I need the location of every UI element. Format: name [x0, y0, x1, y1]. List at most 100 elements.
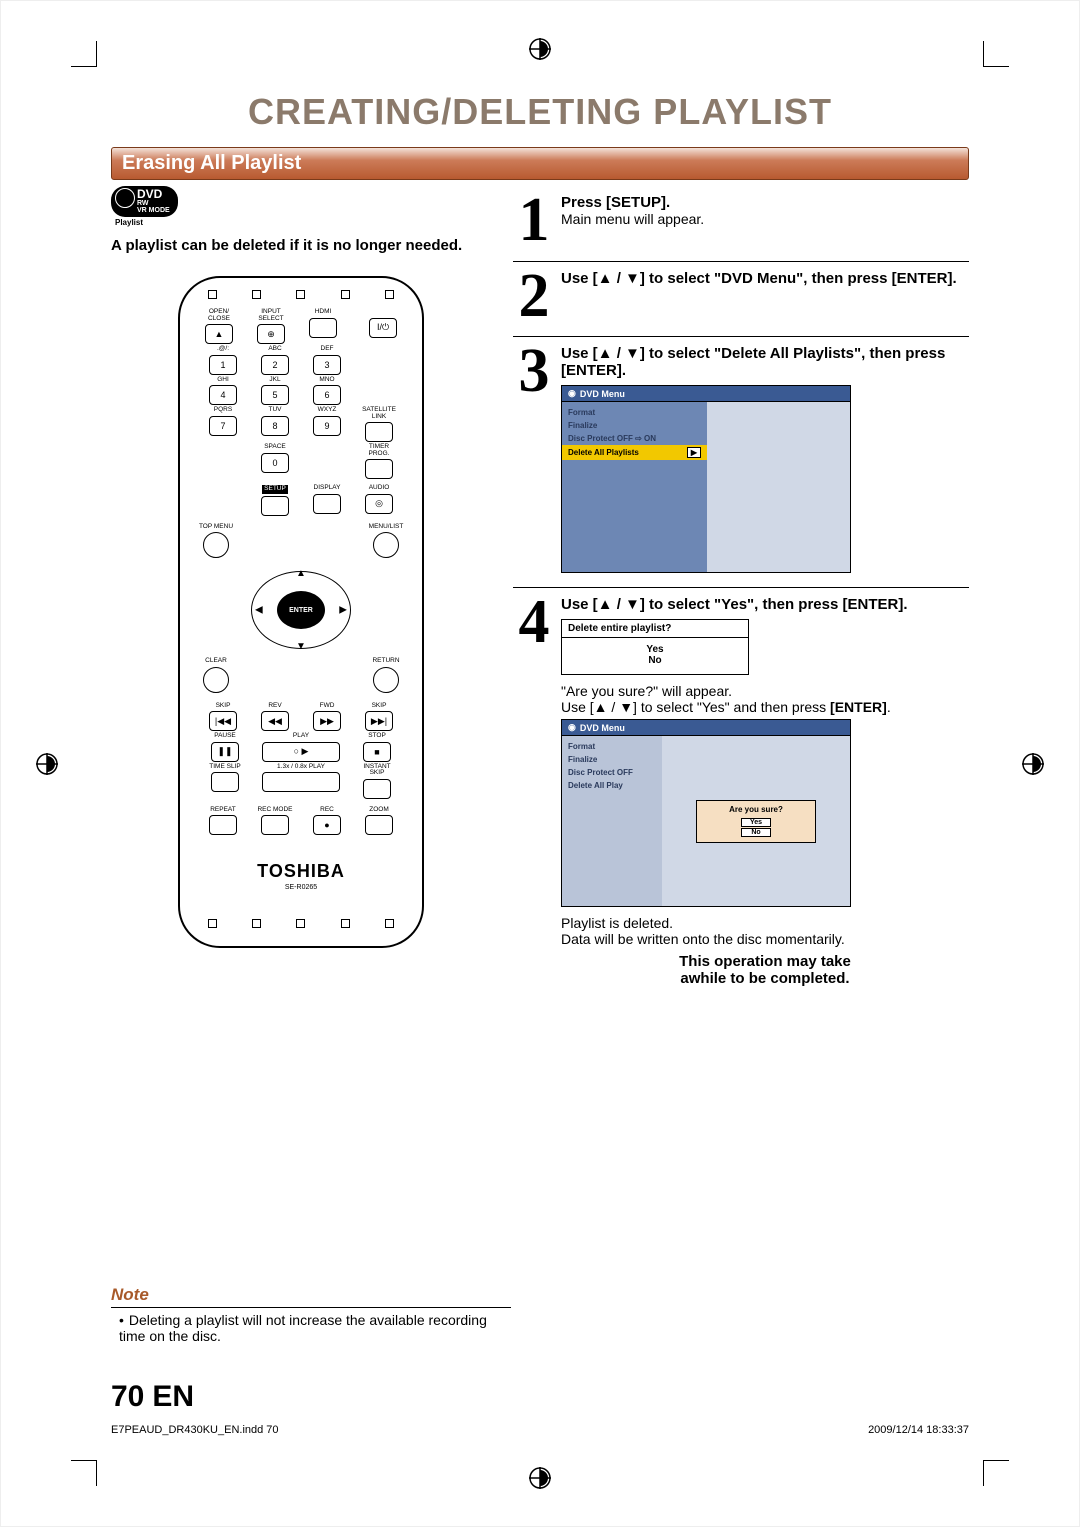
step-3: 3 Use [▲ / ▼] to select "Delete All Play…	[513, 336, 969, 587]
disc-icon: ◉	[568, 722, 576, 733]
step-1: 1 Press [SETUP]. Main menu will appear.	[513, 186, 969, 261]
open-close-label: OPEN/ CLOSE	[208, 309, 230, 322]
instant-skip-button[interactable]	[363, 779, 391, 799]
bullet-icon: •	[119, 1312, 125, 1328]
stop-label: STOP	[368, 733, 386, 740]
step-subtext: Main menu will appear.	[561, 211, 704, 227]
key-6[interactable]: 6	[313, 385, 341, 405]
popup-no: No	[741, 828, 771, 837]
stop-button[interactable]: ■	[363, 742, 391, 762]
step-number: 1	[513, 194, 555, 247]
rec-mode-label: REC MODE	[257, 807, 292, 814]
repeat-button[interactable]	[209, 815, 237, 835]
speed-play-label: 1.3x / 0.8x PLAY	[277, 764, 325, 771]
top-menu-button[interactable]	[203, 532, 229, 558]
time-slip-button[interactable]	[211, 772, 239, 792]
osd-are-you-sure: ◉DVD Menu Format Finalize Disc Protect O…	[561, 719, 851, 907]
speed-play-button[interactable]	[262, 772, 340, 792]
play-label: PLAY	[293, 733, 309, 740]
step-text: "Are you sure?" will appear.	[561, 683, 969, 699]
open-close-button[interactable]: ▲	[205, 324, 233, 344]
key-sym-label: .@/:	[217, 346, 229, 353]
key-mno-label: MNO	[319, 377, 334, 384]
zoom-button[interactable]	[365, 815, 393, 835]
pause-button[interactable]: ❚❚	[211, 742, 239, 762]
remote-model: SE-R0265	[190, 884, 412, 891]
osd-header-text: DVD Menu	[580, 389, 625, 399]
return-button[interactable]	[373, 667, 399, 693]
note-text: Deleting a playlist will not increase th…	[119, 1312, 487, 1344]
repeat-label: REPEAT	[210, 807, 236, 814]
page-title: CREATING/DELETING PLAYLIST	[111, 91, 969, 133]
input-select-label: INPUT SELECT	[258, 309, 283, 322]
osd-item: Disc Protect OFF	[562, 766, 662, 779]
pause-label: PAUSE	[214, 733, 236, 740]
key-0[interactable]: 0	[261, 453, 289, 473]
key-8[interactable]: 8	[261, 416, 289, 436]
menu-list-label: MENU/LIST	[369, 524, 404, 531]
skip-back-button[interactable]: |◀◀	[209, 711, 237, 731]
zoom-label: ZOOM	[369, 807, 389, 814]
key-1[interactable]: 1	[209, 355, 237, 375]
display-label: DISPLAY	[314, 485, 341, 492]
page-number: 70EN	[111, 1380, 194, 1414]
osd-dvd-menu: ◉DVD Menu Format Finalize Disc Protect O…	[561, 385, 851, 573]
setup-button[interactable]	[261, 496, 289, 516]
step-4: 4 Use [▲ / ▼] to select "Yes", then pres…	[513, 587, 969, 1001]
step-2: 2 Use [▲ / ▼] to select "DVD Menu", then…	[513, 261, 969, 337]
clear-button[interactable]	[203, 667, 229, 693]
footer-timestamp: 2009/12/14 18:33:37	[868, 1424, 969, 1436]
clear-label: CLEAR	[205, 658, 227, 665]
enter-button[interactable]: ENTER	[277, 591, 325, 629]
space-label: SPACE	[264, 444, 286, 451]
note-box: Note • Deleting a playlist will not incr…	[111, 1285, 511, 1344]
dvd-badge-playlist: Playlist	[115, 218, 491, 227]
key-4[interactable]: 4	[209, 385, 237, 405]
input-select-button[interactable]: ⊕	[257, 324, 285, 344]
key-9[interactable]: 9	[313, 416, 341, 436]
rec-button[interactable]: ●	[313, 815, 341, 835]
key-7[interactable]: 7	[209, 416, 237, 436]
step-title: Use [▲ / ▼] to select "Yes", then press …	[561, 596, 908, 613]
osd-item: Delete All Play	[562, 779, 662, 792]
display-button[interactable]	[313, 494, 341, 514]
audio-button[interactable]: ◎	[365, 494, 393, 514]
warning-text: awhile to be completed.	[561, 970, 969, 987]
hdmi-button[interactable]	[309, 318, 337, 338]
confirm-question: Delete entire playlist?	[562, 620, 748, 638]
osd-item: Finalize	[562, 753, 662, 766]
key-jkl-label: JKL	[269, 377, 280, 384]
key-2[interactable]: 2	[261, 355, 289, 375]
rec-label: REC	[320, 807, 334, 814]
step-text: Playlist is deleted.	[561, 915, 969, 931]
time-slip-label: TIME SLIP	[209, 764, 240, 771]
confirm-popup: Delete entire playlist? Yes No	[561, 619, 749, 675]
dvd-badge: DVD RW VR MODE Playlist	[111, 186, 491, 227]
rec-mode-button[interactable]	[261, 815, 289, 835]
fwd-label: FWD	[320, 703, 335, 710]
skip-back-label: SKIP	[216, 703, 231, 710]
key-5[interactable]: 5	[261, 385, 289, 405]
skip-fwd-button[interactable]: ▶▶|	[365, 711, 393, 731]
menu-list-button[interactable]	[373, 532, 399, 558]
rev-button[interactable]: ◀◀	[261, 711, 289, 731]
timer-prog-button[interactable]	[365, 459, 393, 479]
d-pad[interactable]: ENTER ▲ ▼ ◀ ▶	[241, 564, 361, 656]
key-wxyz-label: WXYZ	[318, 407, 337, 414]
power-button[interactable]: I/⏻	[369, 318, 397, 338]
fwd-button[interactable]: ▶▶	[313, 711, 341, 731]
registration-mark-icon	[528, 37, 552, 61]
satellite-link-button[interactable]	[365, 422, 393, 442]
key-3[interactable]: 3	[313, 355, 341, 375]
play-button[interactable]: ○ ▶	[262, 742, 340, 762]
osd-item-highlighted: Delete All Playlists▶	[562, 445, 707, 460]
confirm-yes: Yes	[562, 644, 748, 655]
disc-icon: ◉	[568, 388, 576, 399]
step-number: 3	[513, 345, 555, 573]
timer-prog-label: TIMER PROG.	[369, 444, 390, 457]
dvd-badge-main: DVD	[137, 187, 162, 201]
instant-skip-label: INSTANT SKIP	[357, 764, 397, 777]
step-text: Use [▲ / ▼] to select "Yes" and then pre…	[561, 699, 826, 715]
intro-text: A playlist can be deleted if it is no lo…	[111, 237, 491, 254]
step-number: 4	[513, 596, 555, 987]
